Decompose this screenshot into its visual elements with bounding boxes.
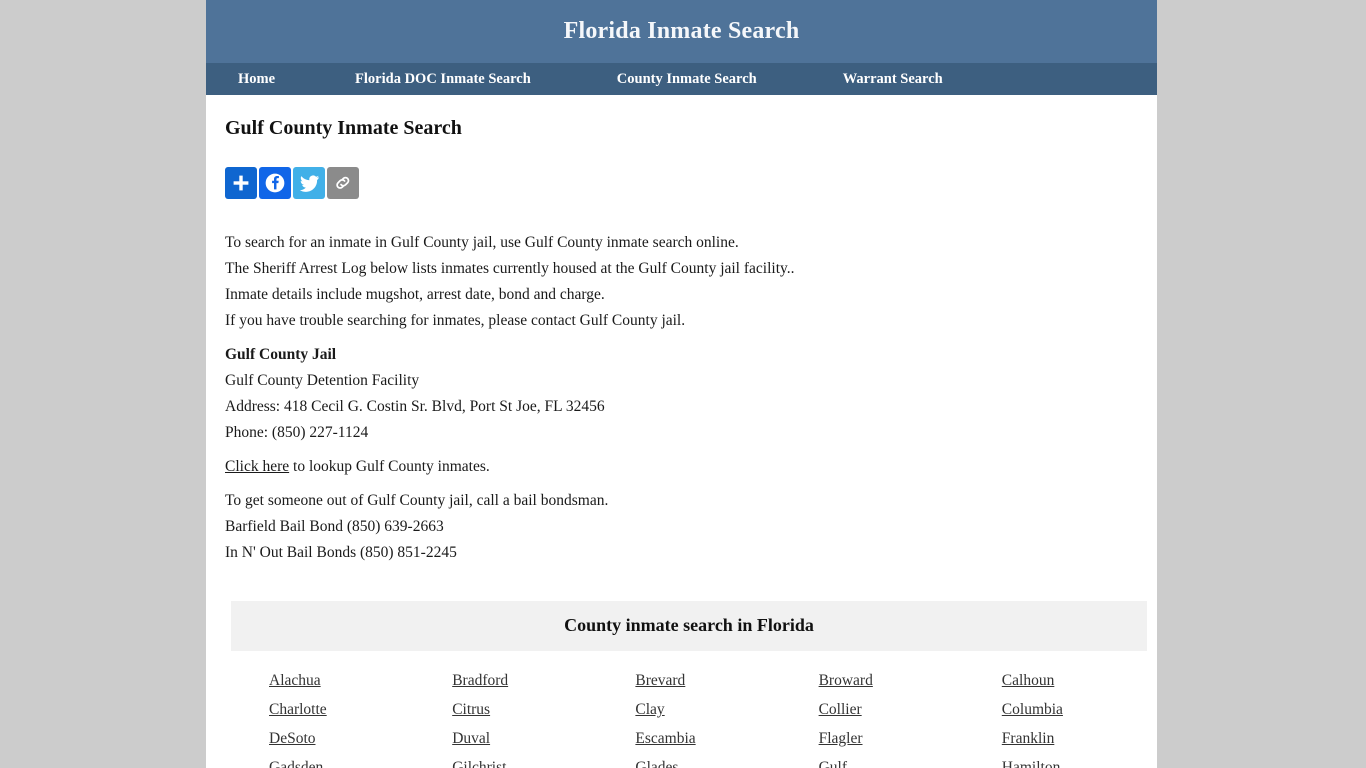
county-link-clay[interactable]: Clay — [635, 701, 664, 718]
lookup-line: Click here to lookup Gulf County inmates… — [225, 454, 1137, 480]
county-link-duval[interactable]: Duval — [452, 730, 490, 747]
county-link-gadsden[interactable]: Gadsden — [269, 759, 323, 768]
county-link-charlotte[interactable]: Charlotte — [269, 701, 327, 718]
county-cell: Broward — [781, 666, 964, 695]
lookup-rest-text: to lookup Gulf County inmates. — [289, 458, 490, 475]
site-container: Florida Inmate Search Home Florida DOC I… — [206, 0, 1157, 768]
county-cell: Gulf — [781, 753, 964, 768]
share-twitter-button[interactable] — [293, 167, 325, 199]
county-cell: Escambia — [597, 724, 780, 753]
bail-line-2: Barfield Bail Bond (850) 639-2663 — [225, 518, 444, 535]
county-link-brevard[interactable]: Brevard — [635, 672, 685, 689]
main-content: Gulf County Inmate Search To search for … — [206, 95, 1157, 768]
nav-item-county-inmate-search[interactable]: County Inmate Search — [599, 63, 775, 95]
link-chain-icon — [333, 173, 353, 193]
county-cell: Franklin — [964, 724, 1147, 753]
county-cell: Hamilton — [964, 753, 1147, 768]
county-search-section: County inmate search in Florida Alachua … — [231, 601, 1147, 768]
county-cell: Brevard — [597, 666, 780, 695]
county-cell: Clay — [597, 695, 780, 724]
site-title: Florida Inmate Search — [563, 18, 800, 44]
county-cell: Gadsden — [231, 753, 414, 768]
county-link-calhoun[interactable]: Calhoun — [1002, 672, 1055, 689]
intro-line-2: The Sheriff Arrest Log below lists inmat… — [225, 260, 795, 277]
county-link-glades[interactable]: Glades — [635, 759, 678, 768]
county-link-escambia[interactable]: Escambia — [635, 730, 695, 747]
bail-bondsman-block: To get someone out of Gulf County jail, … — [225, 488, 1137, 566]
county-link-hamilton[interactable]: Hamilton — [1002, 759, 1061, 768]
click-here-link[interactable]: Click here — [225, 458, 289, 475]
county-link-flagler[interactable]: Flagler — [819, 730, 863, 747]
intro-line-4: If you have trouble searching for inmate… — [225, 312, 686, 329]
nav-item-warrant-search[interactable]: Warrant Search — [825, 63, 961, 95]
county-cell: Gilchrist — [414, 753, 597, 768]
county-section-heading: County inmate search in Florida — [231, 601, 1147, 651]
bail-line-1: To get someone out of Gulf County jail, … — [225, 492, 609, 509]
twitter-bird-icon — [299, 173, 320, 194]
share-addthis-button[interactable] — [225, 167, 257, 199]
county-links-grid: Alachua Bradford Brevard Broward Calhoun… — [231, 651, 1147, 768]
main-navigation: Home Florida DOC Inmate Search County In… — [206, 63, 1157, 95]
county-cell: Alachua — [231, 666, 414, 695]
bail-line-3: In N' Out Bail Bonds (850) 851-2245 — [225, 544, 457, 561]
share-buttons — [225, 167, 1137, 199]
county-link-gulf[interactable]: Gulf — [819, 759, 847, 768]
county-cell: DeSoto — [231, 724, 414, 753]
intro-line-3: Inmate details include mugshot, arrest d… — [225, 286, 605, 303]
county-link-columbia[interactable]: Columbia — [1002, 701, 1063, 718]
browser-viewport: Florida Inmate Search Home Florida DOC I… — [0, 0, 1366, 768]
county-link-franklin[interactable]: Franklin — [1002, 730, 1055, 747]
nav-item-home[interactable]: Home — [220, 63, 293, 95]
county-link-desoto[interactable]: DeSoto — [269, 730, 316, 747]
county-cell: Calhoun — [964, 666, 1147, 695]
county-link-citrus[interactable]: Citrus — [452, 701, 490, 718]
share-copy-link-button[interactable] — [327, 167, 359, 199]
county-link-collier[interactable]: Collier — [819, 701, 862, 718]
intro-line-1: To search for an inmate in Gulf County j… — [225, 234, 739, 251]
jail-name: Gulf County Jail — [225, 346, 337, 363]
county-cell: Columbia — [964, 695, 1147, 724]
jail-facility: Gulf County Detention Facility — [225, 372, 420, 389]
county-cell: Bradford — [414, 666, 597, 695]
county-cell: Collier — [781, 695, 964, 724]
county-cell: Glades — [597, 753, 780, 768]
county-link-broward[interactable]: Broward — [819, 672, 873, 689]
county-link-gilchrist[interactable]: Gilchrist — [452, 759, 506, 768]
site-header: Florida Inmate Search — [206, 0, 1157, 63]
jail-info-block: Gulf County Jail Gulf County Detention F… — [225, 342, 1137, 446]
nav-item-florida-doc-inmate-search[interactable]: Florida DOC Inmate Search — [337, 63, 549, 95]
county-cell: Charlotte — [231, 695, 414, 724]
intro-paragraph: To search for an inmate in Gulf County j… — [225, 230, 1137, 334]
county-link-bradford[interactable]: Bradford — [452, 672, 508, 689]
share-facebook-button[interactable] — [259, 167, 291, 199]
county-cell: Flagler — [781, 724, 964, 753]
facebook-icon — [264, 172, 286, 194]
county-cell: Citrus — [414, 695, 597, 724]
plus-icon — [231, 173, 251, 193]
page-title: Gulf County Inmate Search — [225, 117, 462, 139]
county-cell: Duval — [414, 724, 597, 753]
jail-address: Address: 418 Cecil G. Costin Sr. Blvd, P… — [225, 398, 605, 415]
county-link-alachua[interactable]: Alachua — [269, 672, 321, 689]
jail-phone: Phone: (850) 227-1124 — [225, 424, 369, 441]
